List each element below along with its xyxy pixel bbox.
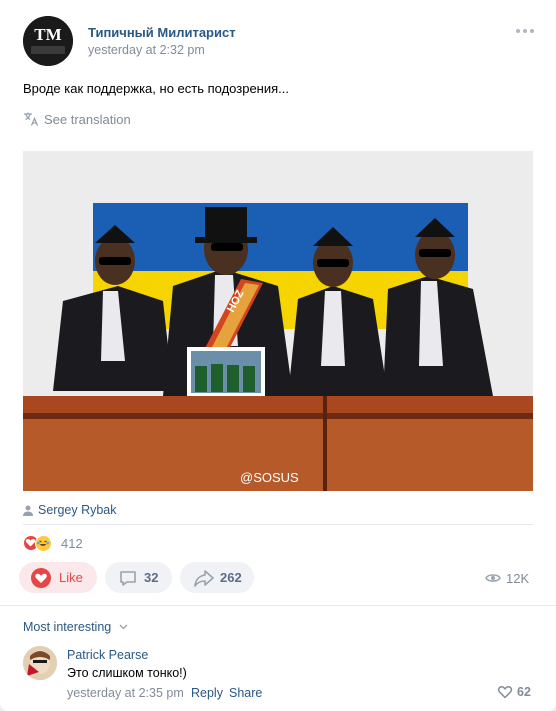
divider: [0, 605, 556, 606]
comment-like-button[interactable]: 62: [497, 684, 533, 700]
post-author[interactable]: Типичный Милитарист: [88, 25, 236, 40]
post-card: TM Типичный Милитарист yesterday at 2:32…: [0, 0, 556, 711]
translate-label: See translation: [44, 112, 131, 127]
comments-count: 32: [144, 570, 159, 585]
eye-icon: [485, 574, 501, 582]
heart-icon: [31, 568, 51, 588]
translate-icon: [24, 112, 39, 126]
comments-sort-dropdown[interactable]: Most interesting: [23, 620, 143, 636]
comment-icon: [120, 571, 136, 586]
person-icon: [23, 505, 33, 516]
comment-text: Это слишком тонко!): [67, 666, 187, 680]
comment-reply-link[interactable]: Reply: [191, 686, 223, 700]
like-button[interactable]: Like: [19, 562, 97, 593]
reactions-count: 412: [61, 536, 83, 551]
views-counter: 12K: [485, 570, 533, 586]
comment-author[interactable]: Patrick Pearse: [67, 648, 148, 662]
more-icon[interactable]: [516, 26, 536, 36]
post-header: TM Типичный Милитарист yesterday at 2:32…: [23, 16, 536, 66]
post-time[interactable]: yesterday at 2:32 pm: [88, 43, 205, 57]
like-label: Like: [59, 570, 83, 585]
comment-share-link[interactable]: Share: [229, 686, 262, 700]
like-heart-icon: [497, 686, 513, 699]
divider: [23, 524, 533, 525]
comment-likes-count: 62: [517, 685, 531, 699]
photo-credit-name: Sergey Rybak: [38, 503, 117, 517]
comment-time[interactable]: yesterday at 2:35 pm: [67, 686, 184, 700]
avatar-logo-text: TM: [34, 25, 61, 44]
shares-count: 262: [220, 570, 242, 585]
post-photo[interactable]: HOZ @SOSUS: [23, 151, 533, 491]
chevron-down-icon: [119, 624, 128, 630]
group-avatar[interactable]: TM: [23, 16, 73, 66]
share-icon: [194, 570, 214, 587]
views-count: 12K: [506, 571, 530, 586]
share-button[interactable]: 262: [180, 562, 254, 593]
commenter-avatar[interactable]: [23, 646, 57, 680]
post-text: Вроде как поддержка, но есть подозрения.…: [23, 81, 289, 96]
laugh-reaction-icon: [35, 535, 52, 552]
sort-label: Most interesting: [23, 620, 112, 634]
photo-watermark: @SOSUS: [240, 470, 299, 485]
comment-button[interactable]: 32: [105, 562, 172, 593]
